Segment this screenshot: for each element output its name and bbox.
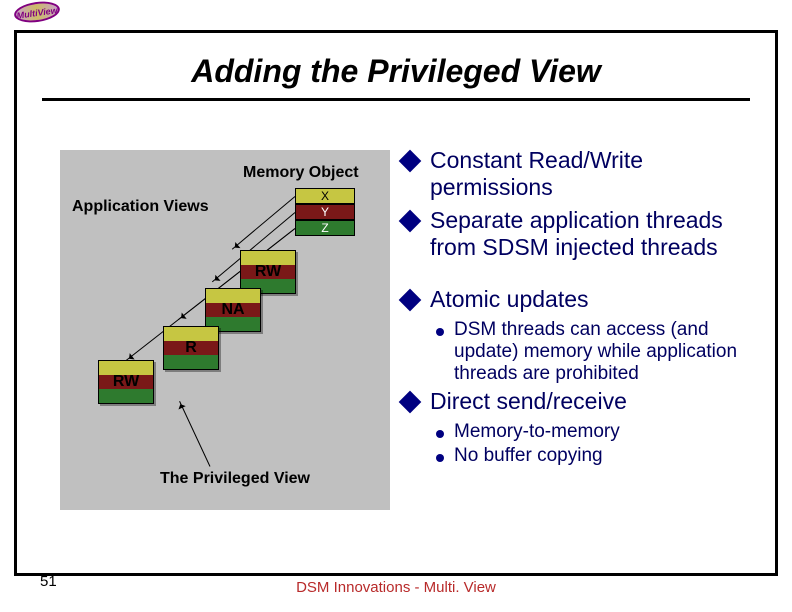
bullet-text: Atomic updates	[430, 286, 589, 313]
mem-cell-x: X	[295, 188, 355, 204]
bullet-level1: Separate application threads from SDSM i…	[400, 207, 770, 261]
bullet-text: Constant Read/Write permissions	[430, 147, 770, 201]
diamond-bullet-icon	[399, 210, 422, 233]
diagram-area: Memory Object Application Views The Priv…	[60, 150, 390, 510]
logo: MultiView	[14, 2, 64, 28]
title-underline	[42, 98, 750, 101]
bullet-level1: Direct send/receive	[400, 388, 770, 415]
bullet-text: Direct send/receive	[430, 388, 627, 415]
bullet-text: Memory-to-memory	[454, 421, 620, 443]
bullet-list: Constant Read/Write permissions Separate…	[400, 147, 770, 470]
dot-bullet-icon	[436, 454, 444, 462]
page-title: Adding the Privileged View	[0, 53, 792, 90]
view-box-rw-privileged: RW	[98, 360, 154, 404]
bullet-level1: Constant Read/Write permissions	[400, 147, 770, 201]
application-views-label: Application Views	[72, 198, 209, 216]
diamond-bullet-icon	[399, 391, 422, 414]
view-label: RW	[255, 263, 281, 280]
bullet-text: DSM threads can access (and update) memo…	[454, 319, 770, 386]
mem-cell-z: Z	[295, 220, 355, 236]
view-label: R	[185, 339, 197, 356]
dot-bullet-icon	[436, 328, 444, 336]
privileged-view-label: The Privileged View	[160, 470, 310, 488]
view-label: RW	[113, 373, 139, 390]
bullet-text: No buffer copying	[454, 445, 603, 467]
bullet-level2: DSM threads can access (and update) memo…	[436, 319, 770, 386]
footer-text: DSM Innovations - Multi. View	[0, 579, 792, 596]
mem-cell-y: Y	[295, 204, 355, 220]
diamond-bullet-icon	[399, 150, 422, 173]
arrow-icon	[232, 196, 295, 249]
bullet-level2: No buffer copying	[436, 445, 770, 467]
bullet-level2: Memory-to-memory	[436, 421, 770, 443]
bullet-text: Separate application threads from SDSM i…	[430, 207, 770, 261]
dot-bullet-icon	[436, 430, 444, 438]
memory-cells: X Y Z	[295, 188, 355, 236]
diamond-bullet-icon	[399, 288, 422, 311]
view-label: NA	[221, 301, 244, 318]
bullet-level1: Atomic updates	[400, 286, 770, 313]
logo-text: MultiView	[13, 0, 61, 25]
bullet-spacer	[400, 268, 770, 286]
view-box-r: R	[163, 326, 219, 370]
memory-object-label: Memory Object	[243, 164, 359, 182]
arrow-icon	[179, 401, 210, 467]
